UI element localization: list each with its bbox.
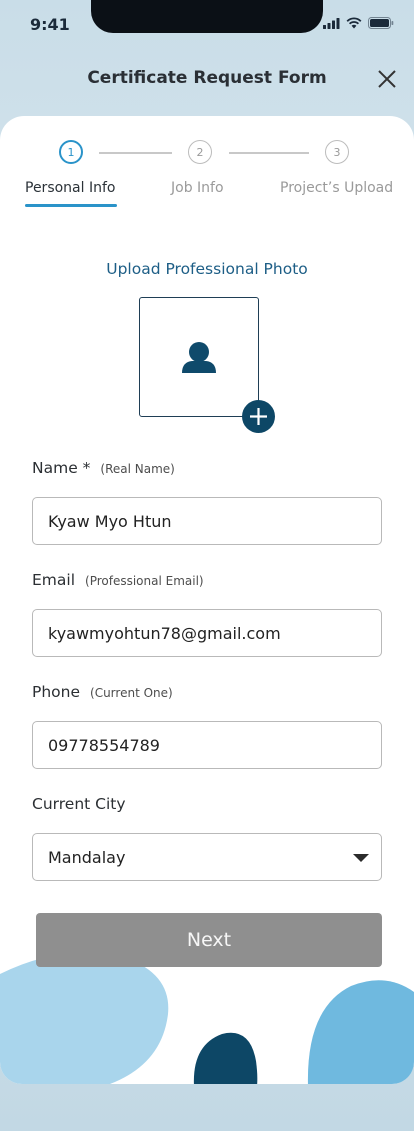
phone-hint: (Current One) (90, 686, 173, 700)
name-hint: (Real Name) (100, 462, 175, 476)
status-icons (323, 17, 394, 29)
phone-label: Phone (Current One) (32, 683, 173, 701)
person-placeholder-icon (182, 342, 216, 373)
city-select[interactable]: Mandalay (32, 833, 382, 881)
next-button[interactable]: Next (36, 913, 382, 967)
email-hint: (Professional Email) (85, 574, 204, 588)
close-icon[interactable] (376, 68, 398, 90)
battery-icon (368, 17, 394, 29)
name-label-text: Name * (32, 459, 91, 477)
name-field[interactable]: Kyaw Myo Htun (32, 497, 382, 545)
plus-icon (250, 408, 267, 425)
email-label-text: Email (32, 571, 76, 589)
city-select-value: Mandalay (48, 847, 126, 867)
form-card: 1 2 3 Personal Info Job Info Project’s U… (0, 116, 414, 1084)
phone-label-text: Phone (32, 683, 81, 701)
device-notch (91, 0, 323, 33)
wifi-icon (346, 17, 362, 29)
header: Certificate Request Form (0, 60, 414, 100)
phone-field[interactable]: 09778554789 (32, 721, 382, 769)
add-photo-button[interactable] (242, 400, 275, 433)
photo-upload-box[interactable] (139, 297, 259, 417)
tab-projects-upload[interactable]: Project’s Upload (280, 180, 393, 196)
email-label: Email (Professional Email) (32, 571, 204, 589)
status-bar: 9:41 (0, 0, 414, 48)
name-label: Name * (Real Name) (32, 459, 175, 477)
tab-personal-info[interactable]: Personal Info (25, 180, 115, 196)
city-label: Current City (32, 795, 126, 813)
signal-icon (323, 17, 340, 29)
decorative-blob-right (307, 980, 414, 1084)
page-title: Certificate Request Form (87, 68, 327, 88)
step-1-indicator: 1 (59, 140, 83, 164)
email-field[interactable]: kyawmyohtun78@gmail.com (32, 609, 382, 657)
active-tab-indicator (25, 204, 117, 207)
upload-photo-label: Upload Professional Photo (106, 260, 308, 278)
status-time: 9:41 (30, 15, 70, 34)
tab-job-info[interactable]: Job Info (171, 180, 224, 196)
step-connector (229, 152, 309, 154)
step-2-indicator: 2 (188, 140, 212, 164)
step-connector (99, 152, 172, 154)
progress-stepper: 1 2 3 (0, 140, 414, 170)
decorative-blob-center (193, 1032, 258, 1084)
step-3-indicator: 3 (325, 140, 349, 164)
chevron-down-icon (353, 854, 369, 862)
